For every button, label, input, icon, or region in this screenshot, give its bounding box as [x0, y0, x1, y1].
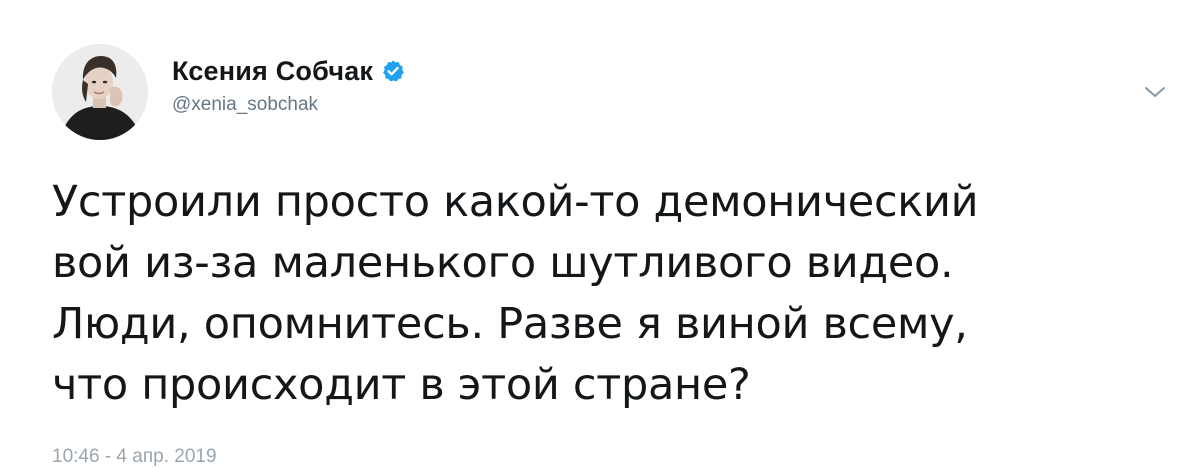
- tweet-author: Ксения Собчак @xenia_sobchak: [172, 54, 405, 116]
- chevron-down-icon[interactable]: [1138, 80, 1172, 104]
- author-display-name[interactable]: Ксения Собчак: [172, 56, 373, 87]
- author-handle[interactable]: @xenia_sobchak: [172, 94, 405, 116]
- verified-badge-icon: [381, 59, 405, 83]
- tweet-text: Устроили просто какой-то демонический во…: [52, 177, 979, 410]
- tweet-timestamp[interactable]: 10:46 - 4 апр. 2019: [52, 446, 217, 468]
- avatar-image: [52, 44, 148, 140]
- author-name-row: Ксения Собчак: [172, 54, 405, 88]
- avatar[interactable]: [52, 44, 148, 140]
- tweet-card: Ксения Собчак @xenia_sobchak Устроили пр…: [0, 0, 1197, 467]
